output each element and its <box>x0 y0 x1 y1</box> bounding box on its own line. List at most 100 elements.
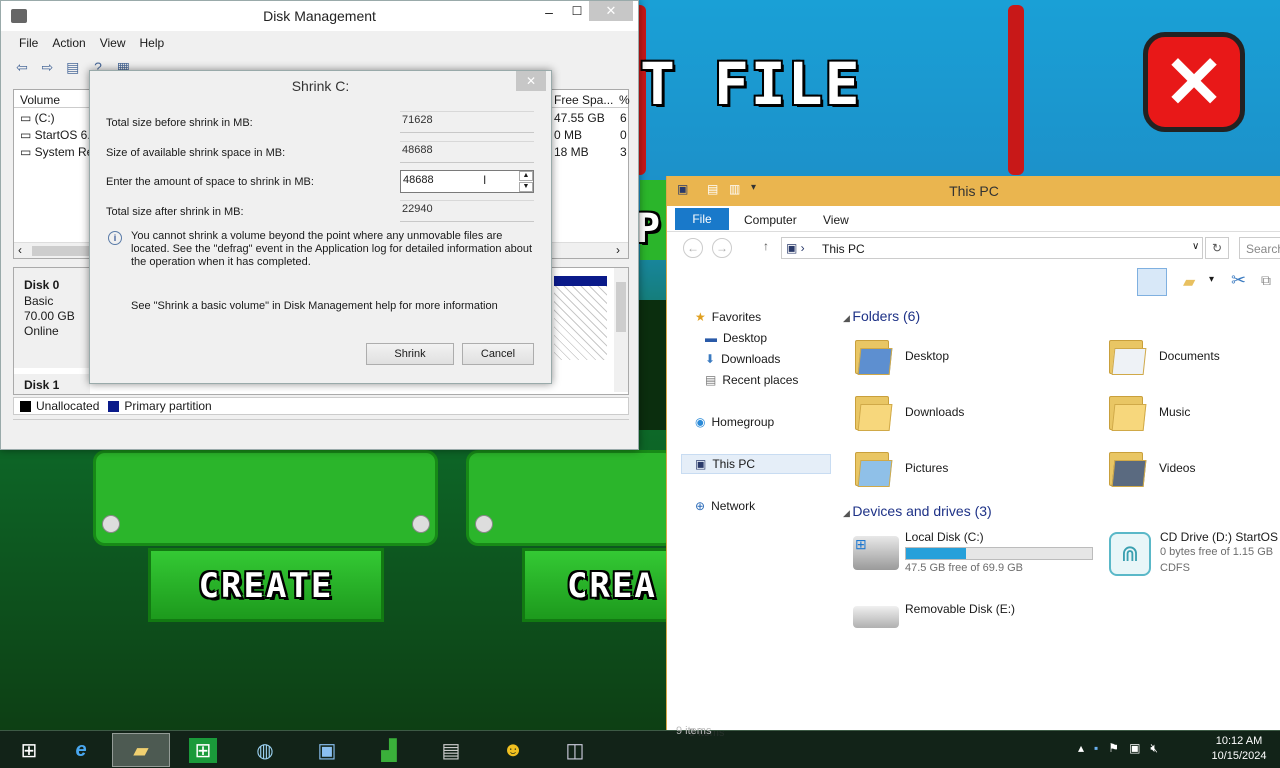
chevron-up-icon[interactable]: ▴ <box>1078 741 1084 756</box>
legend-unallocated: Unallocated <box>36 399 100 413</box>
partition-block[interactable] <box>554 276 607 360</box>
shrink-amount-stepper[interactable]: 48688 I ▲ ▼ <box>400 170 534 193</box>
properties-icon[interactable]: ▤ <box>62 56 84 78</box>
scroll-thumb[interactable] <box>32 246 92 256</box>
menu-view[interactable]: View <box>100 36 126 50</box>
shrink-amount-input[interactable]: 48688 <box>403 174 434 186</box>
scroll-right-icon[interactable]: › <box>616 243 620 257</box>
column-free-space[interactable]: Free Spa... <box>554 93 613 107</box>
nav-favorites[interactable]: ★ Favorites <box>695 310 761 324</box>
spin-down-button[interactable]: ▼ <box>519 182 533 192</box>
nav-this-pc[interactable]: ▣ This PC <box>695 457 755 471</box>
free-space-cell: 47.55 GB <box>554 111 605 125</box>
spin-up-button[interactable]: ▲ <box>519 171 533 181</box>
folder-tile-documents[interactable]: Documents <box>1107 336 1220 376</box>
folder-options-icon[interactable]: ▰ <box>1183 272 1195 292</box>
taskbar-internet-explorer[interactable]: e <box>52 733 110 767</box>
table-row[interactable]: ▭ (C:) <box>20 111 55 125</box>
flag-icon[interactable]: ⚑ <box>1108 741 1119 756</box>
folder-tile-downloads[interactable]: Downloads <box>853 392 964 432</box>
forward-icon[interactable]: → <box>712 238 732 258</box>
nav-desktop[interactable]: ▬ Desktop <box>705 331 767 345</box>
create-button[interactable]: CREATE <box>148 548 384 622</box>
network-icon[interactable]: ▣ <box>1129 741 1140 756</box>
taskbar-app[interactable]: ◍ <box>236 733 294 767</box>
table-row[interactable]: ▭ StartOS 6.0 <box>20 128 97 142</box>
volume-name: System Re <box>34 145 94 159</box>
menu-help[interactable]: Help <box>140 36 165 50</box>
explorer-title: This PC <box>949 183 999 199</box>
nav-recent[interactable]: ▤ Recent places <box>705 373 798 387</box>
volume-muted-icon[interactable]: 🔇︎ <box>1150 741 1158 756</box>
scroll-left-icon[interactable]: ‹ <box>18 243 22 257</box>
taskbar-game[interactable]: ☻ <box>484 733 542 767</box>
clock[interactable]: 10:12 AM 10/15/2024 <box>1204 734 1274 764</box>
back-icon[interactable]: ← <box>683 238 703 258</box>
close-button[interactable]: ✕ <box>589 1 633 21</box>
tab-view[interactable]: View <box>823 213 849 227</box>
address-bar[interactable]: ▣ › This PC ∨ <box>781 237 1203 259</box>
chevron-down-icon[interactable]: ▾ <box>1209 274 1214 285</box>
create-label: CREA <box>567 566 657 606</box>
folder-tile-desktop[interactable]: Desktop <box>853 336 949 376</box>
preview-pane-button[interactable] <box>1137 268 1167 296</box>
column-volume[interactable]: Volume <box>20 93 60 107</box>
taskbar-file-explorer[interactable]: ▰ <box>112 733 170 767</box>
close-icon[interactable]: ✕ <box>1143 32 1245 132</box>
devices-header[interactable]: ◢ Devices and drives (3) <box>843 503 992 519</box>
app-tray-icon[interactable]: ▪ <box>1094 741 1098 756</box>
dialog-close-button[interactable]: ✕ <box>516 71 546 91</box>
taskbar-store[interactable]: ⊞ <box>174 733 232 767</box>
disk0-type: Basic <box>24 294 54 308</box>
taskbar-app[interactable]: ◫ <box>546 733 604 767</box>
folder-label: Videos <box>1159 461 1196 475</box>
volume-name: StartOS 6.0 <box>34 128 98 142</box>
tab-computer[interactable]: Computer <box>744 213 797 227</box>
nav-downloads[interactable]: ⬇ Downloads <box>705 352 780 366</box>
taskbar-disk-management[interactable]: ▤ <box>422 733 480 767</box>
cancel-button[interactable]: Cancel <box>462 343 534 365</box>
refresh-button[interactable]: ↻ <box>1205 237 1229 259</box>
computer-icon: ▣ <box>695 457 707 471</box>
back-icon[interactable]: ⇦ <box>11 56 33 78</box>
folder-tile-music[interactable]: Music <box>1107 392 1190 432</box>
total-before-value: 71628 <box>400 111 534 133</box>
maximize-button[interactable]: ☐ <box>567 4 587 18</box>
collapse-icon: ◢ <box>843 508 853 518</box>
menu-action[interactable]: Action <box>52 36 85 50</box>
up-icon[interactable]: ↑ <box>763 239 769 253</box>
taskbar: ⊞ e ▰ ⊞ ◍ ▣ ▟ ▤ ☻ ◫ 9 items ▴ ▪ ⚑ ▣ 🔇︎ 1… <box>0 725 1280 768</box>
taskbar-app[interactable]: ▣ <box>298 733 356 767</box>
drive-tile-cd[interactable]: ⋒ CD Drive (D:) StartOS 0 bytes free of … <box>1107 530 1280 582</box>
nav-homegroup[interactable]: ◉ Homegroup <box>695 415 774 429</box>
folder-tile-pictures[interactable]: Pictures <box>853 448 948 488</box>
copy-icon[interactable]: ⧉ <box>1261 272 1271 289</box>
nav-network[interactable]: ⊕ Network <box>695 499 755 513</box>
drive-tile-local-disk[interactable]: ⊞ Local Disk (C:) 47.5 GB free of 69.9 G… <box>853 530 1093 578</box>
folder-tile-videos[interactable]: Videos <box>1107 448 1195 488</box>
chevron-down-icon[interactable]: ∨ <box>1192 241 1199 252</box>
total-after-value: 22940 <box>400 200 534 222</box>
tab-file[interactable]: File <box>675 208 729 230</box>
start-button[interactable]: ⊞ <box>0 733 58 767</box>
search-input[interactable]: Search <box>1239 237 1280 259</box>
drive-name: Removable Disk (E:) <box>905 602 1016 616</box>
drive-tile-removable[interactable]: Removable Disk (E:) <box>853 600 1089 634</box>
create-button[interactable]: CREA <box>522 548 672 622</box>
text-cursor-icon: I <box>483 173 487 187</box>
shrink-button[interactable]: Shrink <box>366 343 454 365</box>
menu-bar: File Action View Help <box>19 36 178 50</box>
computer-icon: ▣ › <box>786 241 805 255</box>
scroll-thumb[interactable] <box>616 282 626 332</box>
minimize-button[interactable]: – <box>539 4 559 20</box>
game-partial-letter: P <box>636 206 663 252</box>
taskbar-app[interactable]: ▟ <box>360 733 418 767</box>
monitor-chart-icon: ◫ <box>565 739 585 762</box>
table-row[interactable]: ▭ System Re <box>20 145 93 159</box>
folders-header[interactable]: ◢ Folders (6) <box>843 308 920 324</box>
column-percent[interactable]: % <box>619 93 630 107</box>
cut-icon[interactable]: ✂ <box>1231 270 1246 291</box>
menu-file[interactable]: File <box>19 36 38 50</box>
forward-icon[interactable]: ⇨ <box>36 56 58 78</box>
vertical-scrollbar[interactable] <box>614 268 628 392</box>
